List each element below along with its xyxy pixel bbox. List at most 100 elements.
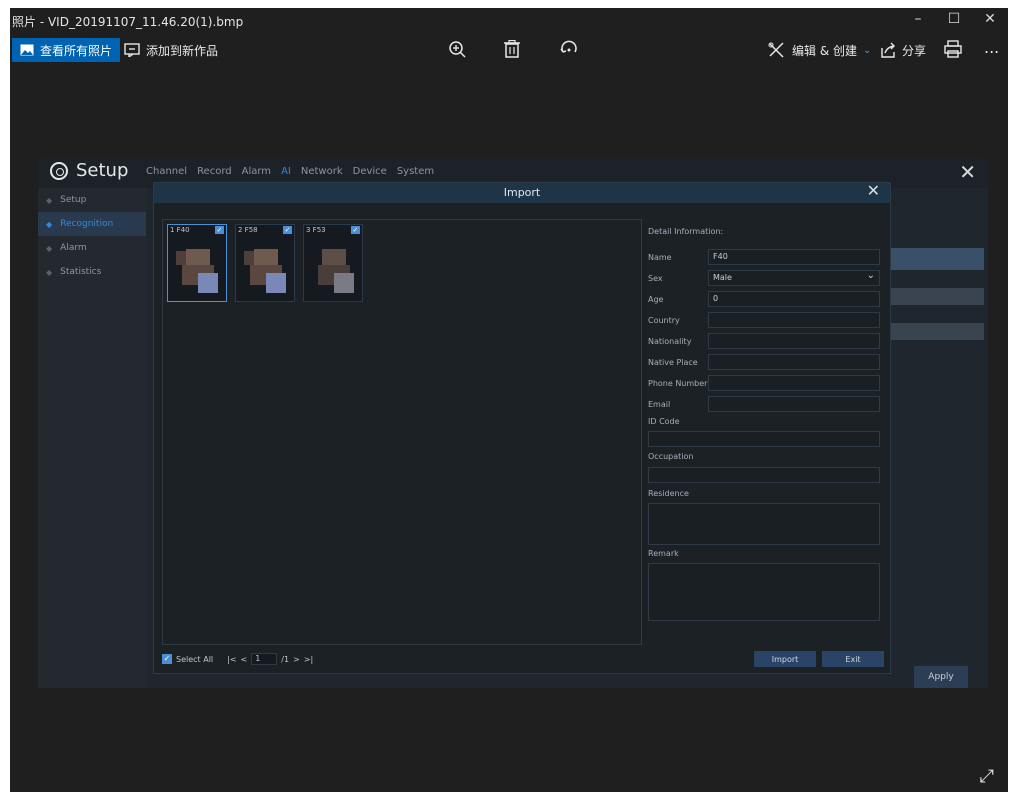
import-dialog: Import ✕ 1 F40 ✓ 2 F58 ✓ 3 F53 ✓ Detail … [153, 181, 891, 674]
diamond-icon: ◆ [46, 243, 53, 253]
setup-title: Setup [50, 160, 128, 181]
tab-alarm[interactable]: Alarm [242, 166, 271, 177]
nvr-close-button[interactable]: ✕ [959, 160, 976, 184]
dialog-footer: ✓ Select All |< < 1 /1 > >| [162, 653, 313, 665]
page-number-input[interactable]: 1 [251, 653, 278, 665]
occupation-field[interactable] [648, 467, 880, 483]
first-page-button[interactable]: |< [227, 655, 236, 664]
rotate-icon[interactable] [560, 40, 578, 58]
checkbox-checked-icon[interactable]: ✓ [215, 226, 224, 234]
background-row [890, 288, 984, 305]
dialog-title: Import [503, 186, 541, 199]
sidebar-item-label: Alarm [60, 243, 87, 253]
tab-network[interactable]: Network [301, 166, 343, 177]
occupation-label: Occupation [648, 452, 694, 461]
detail-information-title: Detail Information: [648, 227, 724, 236]
share-button[interactable]: 分享 [874, 38, 932, 62]
dialog-header: Import ✕ [154, 181, 890, 203]
next-page-button[interactable]: > [293, 655, 300, 664]
photo-label: 2 F58 [238, 226, 258, 234]
edit-create-button[interactable]: 编辑 & 创建 ⌄ [762, 38, 877, 62]
native-place-field[interactable] [708, 354, 880, 370]
photo-thumbnail[interactable]: 2 F58 ✓ [235, 224, 295, 302]
age-label: Age [648, 295, 664, 304]
close-window-button[interactable]: ✕ [972, 11, 1008, 27]
edit-create-icon [768, 42, 784, 58]
checkbox-checked-icon[interactable]: ✓ [351, 226, 360, 234]
minimize-button[interactable]: – [900, 11, 936, 27]
toolbar: 查看所有照片 添加到新作品 编辑 & 创建 ⌄ 分享 ... [10, 34, 1008, 66]
remark-label: Remark [648, 549, 679, 558]
select-all-checkbox[interactable]: ✓ [162, 654, 172, 664]
sex-select[interactable]: Male [708, 269, 880, 286]
title-bar: 照片 - VID_20191107_11.46.20(1).bmp – ☐ ✕ [10, 8, 1008, 34]
email-field[interactable] [708, 396, 880, 412]
dialog-close-button[interactable]: ✕ [867, 181, 880, 201]
view-all-label: 查看所有照片 [40, 43, 113, 58]
sidebar-item-alarm[interactable]: ◆ Alarm [38, 236, 146, 260]
tab-system[interactable]: System [397, 166, 434, 177]
last-page-button[interactable]: >| [304, 655, 313, 664]
nvr-sidebar: ◆ Setup ◆ Recognition ◆ Alarm ◆ Statistics [38, 188, 146, 688]
phone-number-field[interactable] [708, 375, 880, 391]
exit-button[interactable]: Exit [822, 651, 884, 667]
name-field[interactable]: F40 [708, 249, 880, 265]
select-all-label: Select All [176, 654, 214, 664]
country-field[interactable] [708, 312, 880, 328]
remark-textarea[interactable] [648, 563, 880, 621]
chevron-down-icon: ⌄ [863, 44, 872, 56]
name-label: Name [648, 253, 672, 262]
more-button[interactable]: ... [984, 38, 999, 57]
tab-record[interactable]: Record [197, 166, 232, 177]
nationality-label: Nationality [648, 337, 692, 346]
background-row [890, 323, 984, 340]
setup-title-label: Setup [76, 160, 129, 181]
blurred-face-image [244, 243, 290, 297]
view-all-photos-button[interactable]: 查看所有照片 [12, 38, 121, 62]
checkbox-checked-icon[interactable]: ✓ [283, 226, 292, 234]
country-label: Country [648, 316, 680, 325]
photo-list-panel: 1 F40 ✓ 2 F58 ✓ 3 F53 ✓ [162, 219, 642, 645]
image-canvas: Setup Channel Record Alarm AI Network De… [10, 66, 1008, 792]
residence-textarea[interactable] [648, 503, 880, 545]
add-creation-icon [124, 43, 140, 57]
add-to-creation-button[interactable]: 添加到新作品 [118, 38, 224, 62]
import-button[interactable]: Import [754, 651, 816, 667]
nationality-field[interactable] [708, 333, 880, 349]
email-label: Email [648, 400, 671, 409]
zoom-in-icon[interactable] [448, 40, 466, 58]
blurred-face-image [176, 243, 222, 297]
sex-label: Sex [648, 274, 663, 283]
add-creation-label: 添加到新作品 [146, 43, 219, 58]
age-field[interactable]: 0 [708, 291, 880, 307]
edit-create-label: 编辑 & 创建 [792, 43, 857, 58]
print-icon[interactable] [944, 40, 962, 58]
apply-button[interactable]: Apply [914, 666, 968, 688]
diamond-icon: ◆ [46, 219, 53, 229]
gear-icon [50, 161, 68, 180]
prev-page-button[interactable]: < [241, 655, 248, 664]
tab-ai[interactable]: AI [281, 166, 291, 177]
tab-device[interactable]: Device [353, 166, 387, 177]
maximize-button[interactable]: ☐ [936, 11, 972, 27]
tab-channel[interactable]: Channel [146, 166, 187, 177]
photo-thumbnail[interactable]: 3 F53 ✓ [303, 224, 363, 302]
sidebar-item-recognition[interactable]: ◆ Recognition [38, 212, 146, 236]
fullscreen-icon[interactable]: ⤢ [980, 766, 994, 787]
page-total: /1 [281, 654, 290, 664]
sidebar-item-label: Setup [60, 195, 87, 205]
id-code-field[interactable] [648, 431, 880, 447]
sidebar-item-setup[interactable]: ◆ Setup [38, 188, 146, 212]
native-place-label: Native Place [648, 358, 698, 367]
phone-number-label: Phone Number [648, 379, 708, 388]
id-code-label: ID Code [648, 417, 680, 426]
sidebar-item-label: Recognition [60, 219, 114, 229]
sidebar-item-statistics[interactable]: ◆ Statistics [38, 260, 146, 284]
delete-icon[interactable] [504, 40, 520, 58]
sidebar-item-label: Statistics [60, 267, 102, 277]
photo-thumbnail[interactable]: 1 F40 ✓ [167, 224, 227, 302]
diamond-icon: ◆ [46, 267, 53, 277]
window-title: 照片 - VID_20191107_11.46.20(1).bmp [12, 15, 244, 29]
photo-label: 1 F40 [170, 226, 190, 234]
diamond-icon: ◆ [46, 195, 53, 205]
